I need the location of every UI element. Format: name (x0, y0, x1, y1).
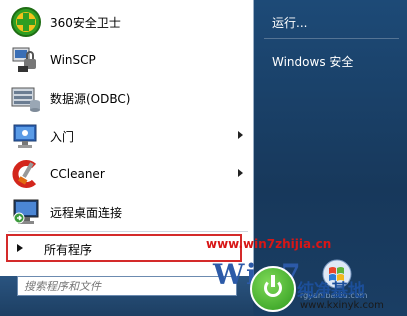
program-label: CCleaner (50, 167, 105, 181)
program-label: 远程桌面连接 (50, 205, 123, 220)
submenu-arrow-icon[interactable] (238, 169, 243, 177)
run-menu-item[interactable]: 运行... (272, 14, 307, 31)
divider (264, 38, 399, 39)
divider (8, 231, 248, 232)
program-label: 360安全卫士 (50, 15, 121, 30)
program-item-odbc[interactable]: 数据源(ODBC) (6, 80, 249, 116)
submenu-arrow-icon[interactable] (238, 131, 243, 139)
expand-arrow-icon (17, 244, 23, 252)
program-label: 数据源(ODBC) (50, 91, 131, 106)
program-item-getting-started[interactable]: 入门 (6, 118, 249, 154)
program-item-360[interactable]: 360安全卫士 (6, 4, 249, 40)
site-url: www.kxinyk.com (300, 300, 384, 311)
all-programs-label: 所有程序 (44, 243, 93, 257)
program-label: WinSCP (50, 53, 96, 67)
remote-desktop-icon (10, 196, 42, 228)
getting-started-icon (10, 120, 42, 152)
site-name: 纯净基地 (297, 281, 365, 301)
program-item-ccleaner[interactable]: CCleaner (6, 156, 249, 192)
odbc-icon (10, 82, 42, 114)
watermark-url: www.win7zhijia.cn (206, 237, 332, 251)
search-box[interactable] (17, 276, 237, 296)
site-logo-icon (250, 266, 296, 312)
windows-security-menu-item[interactable]: Windows 安全 (272, 53, 353, 70)
program-item-remote-desktop[interactable]: 远程桌面连接 (6, 194, 249, 230)
360-safe-icon (10, 6, 42, 38)
program-list: 360安全卫士 WinSCP 数据源(ODBC) 入门 CCleaner 远程桌… (0, 0, 254, 276)
program-label: 入门 (50, 129, 75, 144)
search-input[interactable] (18, 277, 236, 295)
power-icon-stick (271, 275, 275, 287)
ccleaner-icon (10, 158, 42, 190)
program-item-winscp[interactable]: WinSCP (6, 42, 249, 78)
winscp-icon (10, 44, 42, 76)
